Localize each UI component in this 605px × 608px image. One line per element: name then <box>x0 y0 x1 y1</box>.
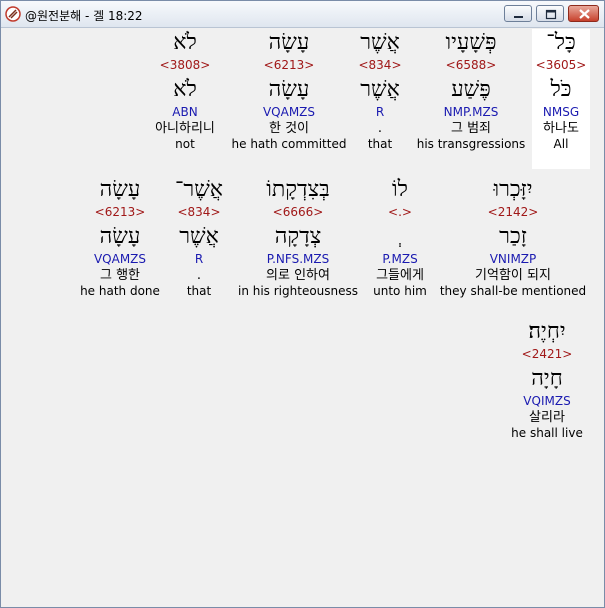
morphology-code: ABN <box>172 105 198 119</box>
close-icon <box>579 9 590 19</box>
hebrew-root: פֶּשַׁע <box>451 77 491 102</box>
hebrew-word: לֹא <box>173 30 197 55</box>
interlinear-view: כָּל־ <3605> כֹּל NMSG 하나도 All פְּשָׁעָי… <box>1 28 604 607</box>
strong-number[interactable]: <2142> <box>439 204 587 220</box>
maximize-button[interactable] <box>536 5 564 22</box>
word-block[interactable]: יִזָּכְרוּ <2142> זָכַר VNIMZP 기억함이 되지 t… <box>439 176 587 299</box>
morphology-code: R <box>375 105 385 119</box>
strong-number[interactable]: <2421> <box>507 346 587 362</box>
english-gloss: they shall-be mentioned <box>439 284 587 298</box>
english-gloss: he hath done <box>80 284 160 298</box>
hebrew-word: אֲשֶׁר־ <box>174 177 223 202</box>
word-block[interactable]: פְּשָׁעָיו <6588> פֶּשַׁע NMP.MZS 그 범죄 h… <box>413 29 529 152</box>
minimize-icon <box>514 16 523 18</box>
app-logo-icon <box>5 6 21 22</box>
minimize-button[interactable] <box>504 5 532 22</box>
strong-number[interactable]: <6588> <box>413 57 529 73</box>
morphology-code: NMP.MZS <box>443 105 499 119</box>
word-block[interactable]: אֲשֶׁר <834> אֲשֶׁר R . that <box>349 29 411 152</box>
hebrew-word: יִזָּכְרוּ <box>493 177 533 202</box>
english-gloss: All <box>553 137 569 151</box>
morphology-code: VQIMZS <box>523 394 571 408</box>
word-block[interactable]: עָשָׂה <6213> עָשָׂה VQAMZS 한 것이 he hath… <box>231 29 347 152</box>
korean-gloss: 그들에게 <box>376 268 424 283</box>
hebrew-root: עָשָׂה <box>99 224 141 249</box>
maximize-icon <box>545 9 557 20</box>
morphology-code: NMSG <box>542 105 580 119</box>
word-block[interactable]: אֲשֶׁר־ <834> אֲשֶׁר R . that <box>167 176 231 299</box>
word-block[interactable]: לוֹ <.> ְ P.MZS 그들에게 unto him <box>367 176 433 299</box>
korean-gloss: 그 범죄 <box>450 121 491 136</box>
korean-gloss: 한 것이 <box>268 121 309 136</box>
korean-gloss: 하나도 <box>543 121 579 136</box>
english-gloss: he hath committed <box>231 137 347 151</box>
korean-gloss: . <box>196 268 202 283</box>
hebrew-word: פְּשָׁעָיו <box>445 30 497 55</box>
strong-number[interactable]: <834> <box>349 57 411 73</box>
strong-number[interactable]: <3605> <box>532 57 590 73</box>
english-gloss: not <box>175 137 195 151</box>
hebrew-word: עָשָׂה <box>268 30 310 55</box>
morphology-code: VNIMZP <box>489 252 537 266</box>
app-window: @원전분해 - 겔 18:22 כָּל־ <3605> כֹּל NMSG 하… <box>0 0 605 608</box>
korean-gloss: 살리라 <box>529 410 565 425</box>
korean-gloss: 기억함이 되지 <box>475 268 551 283</box>
english-gloss: unto him <box>373 284 427 298</box>
strong-number[interactable]: <.> <box>367 204 433 220</box>
english-gloss: his transgressions <box>416 137 526 151</box>
korean-gloss: 그 행한 <box>99 268 140 283</box>
strong-number[interactable]: <3808> <box>143 57 227 73</box>
strong-number[interactable]: <834> <box>167 204 231 220</box>
hebrew-root: ְ <box>367 223 433 251</box>
korean-gloss: . <box>377 121 383 136</box>
hebrew-word: לוֹ <box>392 177 408 202</box>
korean-gloss: 아니하리니 <box>155 121 215 136</box>
morphology-code: VQAMZS <box>93 252 147 266</box>
close-button[interactable] <box>568 5 599 22</box>
hebrew-root: אֲשֶׁר <box>179 224 219 249</box>
hebrew-word: עָשָׂה <box>99 177 141 202</box>
english-gloss: he shall live <box>511 426 583 440</box>
morphology-code: VQAMZS <box>262 105 316 119</box>
word-block[interactable]: עָשָׂה <6213> עָשָׂה VQAMZS 그 행한 he hath… <box>77 176 163 299</box>
morphology-code: R <box>194 252 204 266</box>
hebrew-root: כֹּל <box>550 77 572 102</box>
strong-number[interactable]: <6213> <box>77 204 163 220</box>
english-gloss: that <box>367 137 393 151</box>
hebrew-word: בְּצִדְקָתוֹ <box>266 177 330 202</box>
word-block[interactable]: יִחְיֶה׃ <2421> חָיָה VQIMZS 살리라 he shal… <box>507 318 587 441</box>
english-gloss: that <box>186 284 212 298</box>
hebrew-word: כָּל־ <box>546 30 576 55</box>
english-gloss: in his righteousness <box>237 284 359 298</box>
hebrew-root: חָיָה <box>531 366 563 391</box>
word-block[interactable]: לֹא <3808> לֹא ABN 아니하리니 not <box>143 29 227 152</box>
window-title: @원전분해 - 겔 18:22 <box>25 9 143 23</box>
korean-gloss: 의로 인하여 <box>266 268 330 283</box>
hebrew-word: יִחְיֶה׃ <box>528 319 566 344</box>
hebrew-root: צְדָקָה <box>274 224 322 249</box>
hebrew-root: עָשָׂה <box>268 77 310 102</box>
strong-number[interactable]: <6213> <box>231 57 347 73</box>
hebrew-root: זָכַר <box>499 224 527 249</box>
morphology-code: P.MZS <box>382 252 418 266</box>
strong-number[interactable]: <6666> <box>237 204 359 220</box>
hebrew-word: אֲשֶׁר <box>360 30 400 55</box>
word-block[interactable]: בְּצִדְקָתוֹ <6666> צְדָקָה P.NFS.MZS 의로… <box>237 176 359 299</box>
title-bar[interactable]: @원전분해 - 겔 18:22 <box>1 1 604 28</box>
hebrew-root: לֹא <box>173 77 197 102</box>
hebrew-root: אֲשֶׁר <box>360 77 400 102</box>
morphology-code: P.NFS.MZS <box>266 252 330 266</box>
word-block[interactable]: כָּל־ <3605> כֹּל NMSG 하나도 All <box>532 29 590 169</box>
